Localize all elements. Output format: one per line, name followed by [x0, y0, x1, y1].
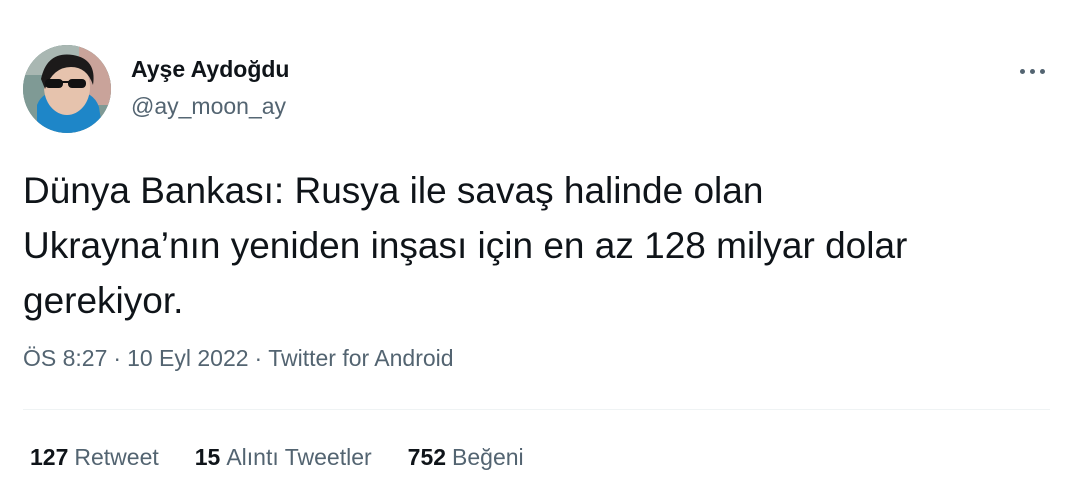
- likes-stat[interactable]: 752 Beğeni: [408, 444, 524, 471]
- quote-tweets-stat[interactable]: 15 Alıntı Tweetler: [195, 444, 372, 471]
- user-handle[interactable]: @ay_moon_ay: [131, 93, 286, 120]
- more-horizontal-icon: [1019, 68, 1025, 74]
- retweets-label: Retweet: [74, 444, 159, 470]
- quotes-label: Alıntı Tweetler: [226, 444, 372, 470]
- more-horizontal-icon-dot: [1029, 68, 1035, 74]
- tweet-text: Dünya Bankası: Rusya ile savaş halinde o…: [23, 170, 908, 321]
- avatar[interactable]: [23, 45, 111, 133]
- more-options-button[interactable]: [1012, 56, 1052, 86]
- more-horizontal-icon-dot: [1039, 68, 1045, 74]
- divider: [23, 409, 1050, 410]
- retweets-stat[interactable]: 127 Retweet: [30, 444, 159, 471]
- tweet-meta: ÖS 8:27 · 10 Eyl 2022 · Twitter for Android: [23, 345, 454, 372]
- tweet-date[interactable]: 10 Eyl 2022: [127, 345, 248, 371]
- tweet-card: Ayşe Aydoğdu @ay_moon_ay Dünya Bankası: …: [0, 0, 1073, 493]
- meta-separator: ·: [113, 345, 122, 371]
- tweet-time[interactable]: ÖS 8:27: [23, 345, 107, 371]
- display-name[interactable]: Ayşe Aydoğdu: [131, 56, 289, 83]
- meta-separator: ·: [254, 345, 263, 371]
- likes-label: Beğeni: [452, 444, 524, 470]
- tweet-stats: 127 Retweet 15 Alıntı Tweetler 752 Beğeni: [30, 444, 524, 471]
- retweets-count: 127: [30, 444, 69, 470]
- likes-count: 752: [407, 444, 447, 470]
- tweet-source[interactable]: Twitter for Android: [268, 345, 453, 371]
- quotes-count: 15: [194, 444, 221, 470]
